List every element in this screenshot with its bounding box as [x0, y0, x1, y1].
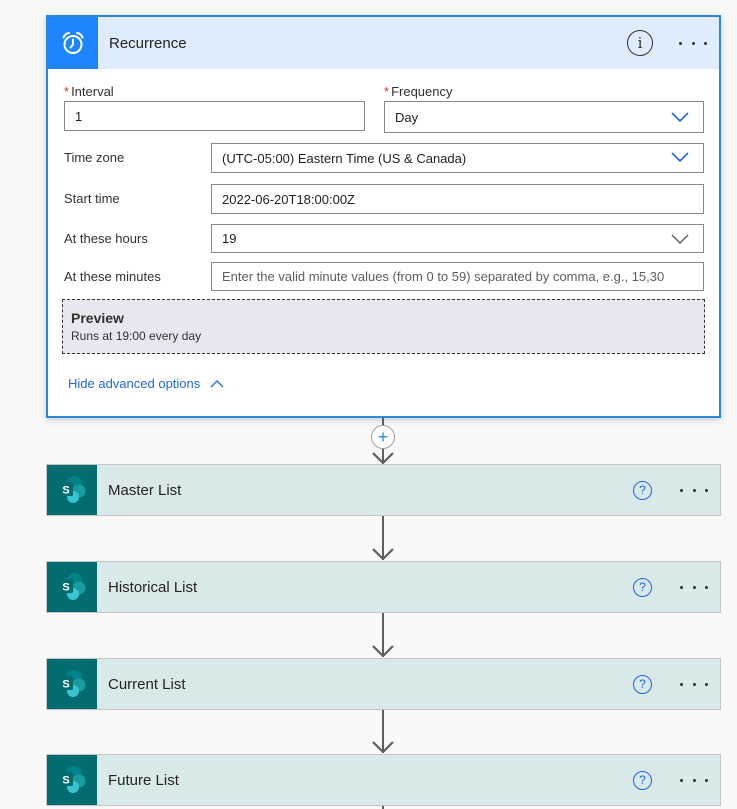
add-step-button[interactable]: +: [371, 425, 395, 449]
frequency-label: * Frequency: [384, 84, 452, 99]
frequency-label-text: Frequency: [391, 84, 453, 99]
dot: [705, 488, 708, 492]
at-these-minutes-input[interactable]: Enter the valid minute values (from 0 to…: [211, 262, 704, 291]
help-icon[interactable]: ?: [633, 770, 652, 790]
help-icon[interactable]: ?: [633, 480, 652, 500]
more-options-button[interactable]: [679, 41, 707, 45]
start-time-input[interactable]: 2022-06-20T18:00:00Z: [211, 184, 704, 214]
dot: [692, 488, 696, 492]
chevron-down-icon: [671, 234, 689, 244]
sharepoint-icon-box: S: [47, 562, 97, 612]
recurrence-title: Recurrence: [109, 34, 187, 52]
more-options-button[interactable]: [680, 682, 708, 686]
info-icon[interactable]: i: [627, 30, 653, 56]
at-these-minutes-label: At these minutes: [64, 269, 161, 284]
sharepoint-icon: S: [59, 766, 86, 793]
svg-text:S: S: [62, 775, 69, 787]
help-icon[interactable]: ?: [633, 674, 652, 694]
start-time-label: Start time: [64, 191, 120, 206]
action-card-historical-list[interactable]: S Historical List ?: [46, 561, 721, 613]
required-mark: *: [64, 84, 70, 99]
hide-advanced-options-link[interactable]: Hide advanced options: [68, 376, 224, 391]
at-these-minutes-placeholder: Enter the valid minute values (from 0 to…: [222, 269, 665, 284]
dot: [692, 585, 696, 589]
recurrence-trigger-card: Recurrence i * Interval 1 * Frequency Day …: [46, 15, 721, 418]
sharepoint-icon-box: S: [47, 755, 97, 805]
preview-box: Preview Runs at 19:00 every day: [62, 299, 705, 354]
action-title: Current List: [108, 675, 186, 693]
svg-text:S: S: [62, 582, 69, 594]
help-icon[interactable]: ?: [633, 577, 652, 597]
dot: [692, 682, 696, 686]
dot: [680, 682, 683, 686]
time-zone-label: Time zone: [64, 150, 125, 165]
arrow-down-icon: [372, 741, 394, 753]
time-zone-dropdown[interactable]: (UTC-05:00) Eastern Time (US & Canada): [211, 143, 704, 173]
recurrence-header[interactable]: Recurrence i: [48, 17, 719, 69]
action-card-master-list[interactable]: S Master List ?: [46, 464, 721, 516]
frequency-dropdown[interactable]: Day: [384, 101, 704, 133]
arrow-down-icon: [372, 645, 394, 657]
sharepoint-icon: S: [59, 573, 86, 600]
interval-value: 1: [75, 108, 83, 124]
sharepoint-icon-box: S: [47, 465, 97, 515]
recurrence-icon-box: [48, 17, 98, 69]
more-options-button[interactable]: [680, 488, 708, 492]
at-these-hours-label: At these hours: [64, 231, 148, 246]
dot: [705, 585, 708, 589]
preview-title: Preview: [71, 310, 124, 326]
action-title: Future List: [108, 771, 179, 789]
required-mark: *: [384, 84, 390, 99]
action-title: Master List: [108, 481, 182, 499]
action-title: Historical List: [108, 578, 198, 596]
action-card-current-list[interactable]: S Current List ?: [46, 658, 721, 710]
sharepoint-icon: S: [59, 476, 86, 503]
frequency-value: Day: [395, 109, 419, 125]
plus-icon: +: [377, 427, 389, 447]
dot: [704, 41, 707, 45]
time-zone-value: (UTC-05:00) Eastern Time (US & Canada): [222, 150, 467, 166]
svg-text:S: S: [62, 679, 69, 691]
action-card-future-list[interactable]: S Future List ?: [46, 754, 721, 806]
at-these-hours-value: 19: [222, 231, 237, 246]
alarm-clock-icon: [62, 32, 84, 54]
interval-label-text: Interval: [71, 84, 114, 99]
sharepoint-icon: S: [59, 670, 86, 697]
flow-designer-canvas: Recurrence i * Interval 1 * Frequency Day …: [0, 0, 737, 809]
chevron-down-icon: [671, 152, 689, 162]
dot: [680, 585, 683, 589]
interval-label: * Interval: [64, 84, 114, 99]
dot: [705, 778, 708, 782]
arrow-down-icon: [372, 452, 394, 464]
at-these-hours-dropdown[interactable]: 19: [211, 224, 704, 253]
start-time-value: 2022-06-20T18:00:00Z: [222, 191, 355, 207]
interval-input[interactable]: 1: [64, 101, 365, 131]
dot: [705, 682, 708, 686]
svg-text:S: S: [62, 485, 69, 497]
dot: [680, 488, 683, 492]
chevron-up-icon: [210, 379, 224, 387]
dot: [680, 778, 683, 782]
dot: [679, 41, 682, 45]
more-options-button[interactable]: [680, 585, 708, 589]
arrow-down-icon: [372, 548, 394, 560]
chevron-down-icon: [671, 112, 689, 122]
sharepoint-icon-box: S: [47, 659, 97, 709]
more-options-button[interactable]: [680, 778, 708, 782]
hide-advanced-options-label: Hide advanced options: [68, 376, 201, 391]
dot: [692, 778, 696, 782]
dot: [691, 41, 695, 45]
preview-text: Runs at 19:00 every day: [71, 329, 202, 343]
